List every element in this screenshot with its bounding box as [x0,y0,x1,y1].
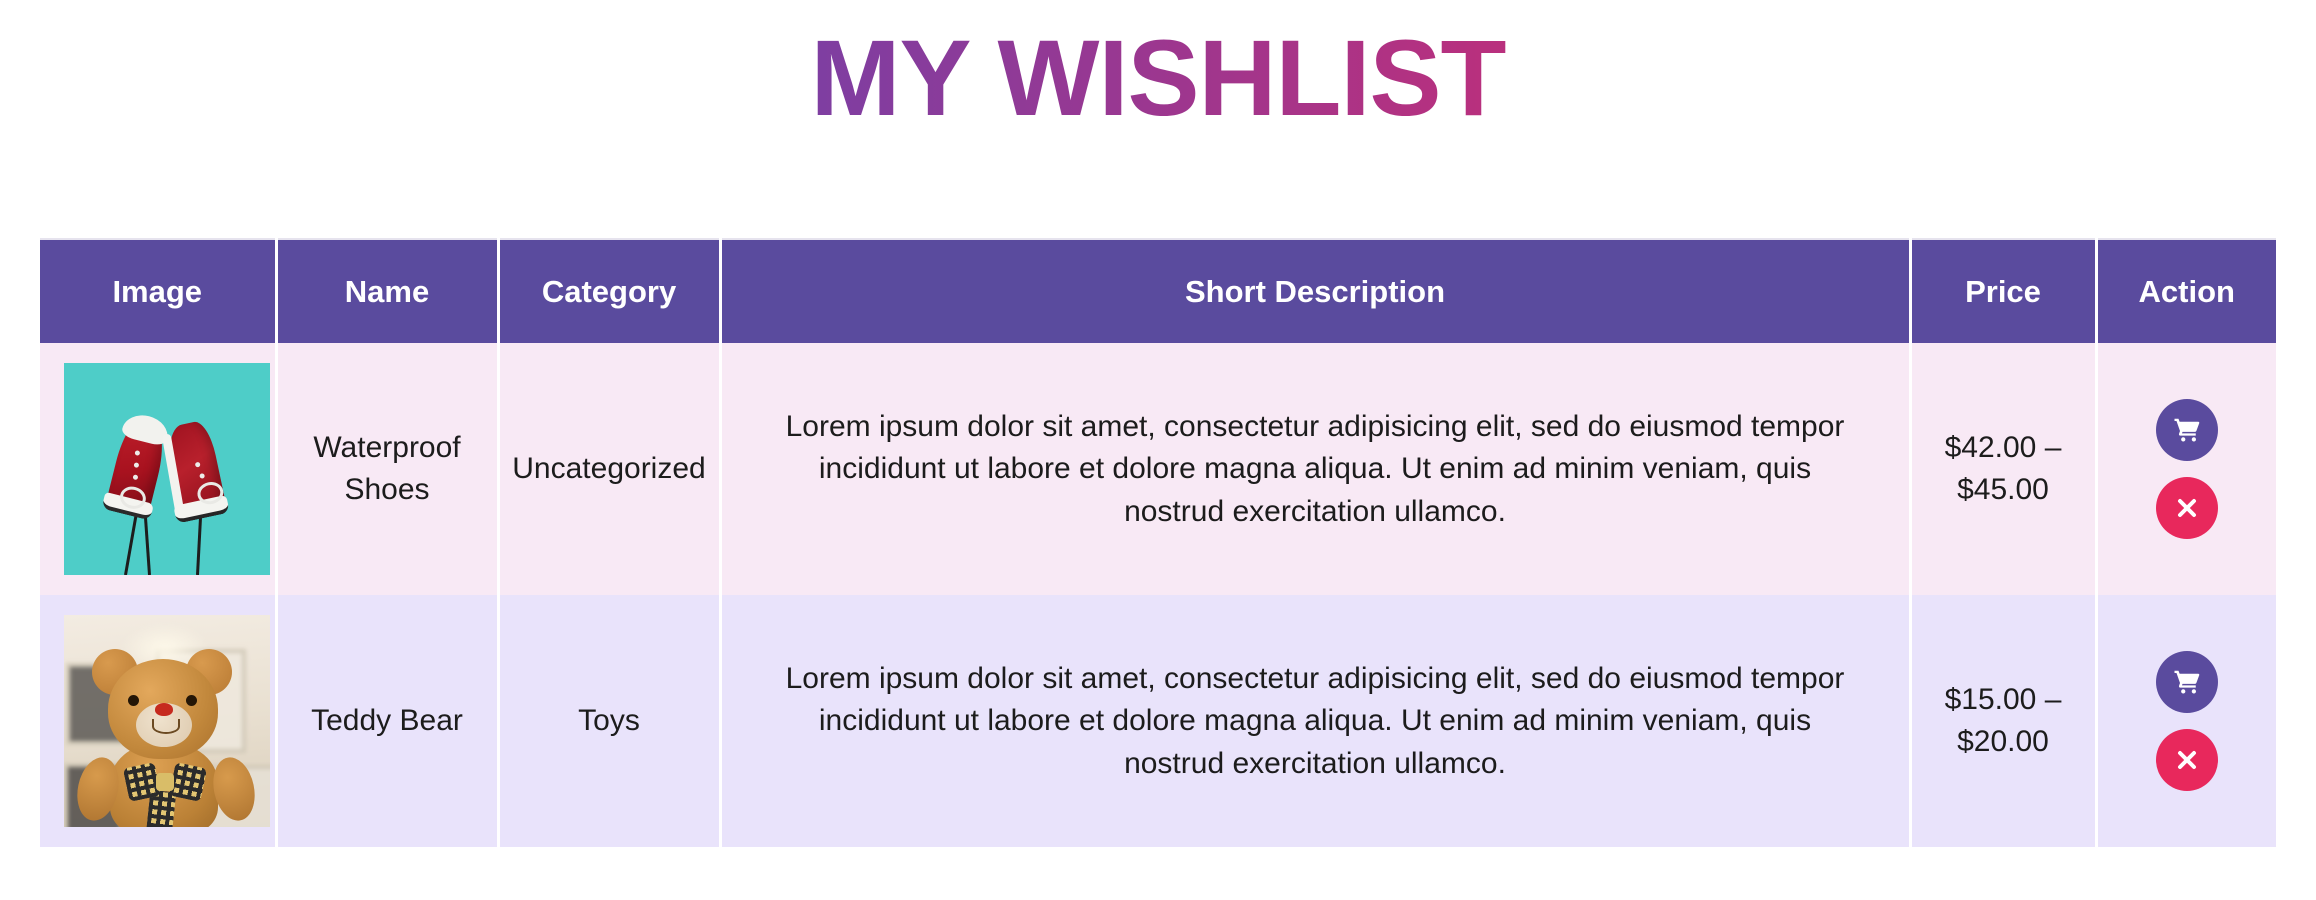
column-header-action: Action [2096,239,2276,344]
product-image-cell [40,343,278,596]
remove-from-wishlist-button[interactable] [2155,729,2218,792]
shopping-cart-icon [2172,667,2202,697]
action-button-group [2102,399,2273,540]
table-row: Teddy Bear Toys Lorem ipsum dolor sit am… [40,595,2276,848]
column-header-image: Image [40,239,278,344]
column-header-description: Short Description [720,239,1912,344]
remove-from-wishlist-button[interactable] [2155,477,2218,540]
table-row: Waterproof Shoes Uncategorized Lorem ips… [40,343,2276,596]
product-category: Uncategorized [498,343,722,596]
column-header-price: Price [1910,239,2098,344]
wishlist-table: Image Name Category Short Description Pr… [40,238,2276,848]
product-description: Lorem ipsum dolor sit amet, consectetur … [720,343,1912,596]
page-title: MY WISHLIST [0,0,2316,141]
table-header-row: Image Name Category Short Description Pr… [40,239,2276,344]
shopping-cart-icon [2172,415,2202,445]
product-thumbnail-teddy-bear [64,615,270,828]
product-image-cell [40,595,278,848]
product-description: Lorem ipsum dolor sit amet, consectetur … [720,595,1912,848]
add-to-cart-button[interactable] [2155,651,2218,714]
product-action-cell [2096,343,2276,596]
table-body: Waterproof Shoes Uncategorized Lorem ips… [40,343,2276,848]
action-button-group [2102,651,2273,792]
column-header-name: Name [276,239,500,344]
product-price: $15.00 – $20.00 [1910,595,2098,848]
close-x-icon [2173,746,2201,774]
product-name: Teddy Bear [276,595,500,848]
add-to-cart-button[interactable] [2155,399,2218,462]
close-x-icon [2173,494,2201,522]
column-header-category: Category [498,239,722,344]
product-category: Toys [498,595,722,848]
product-action-cell [2096,595,2276,848]
product-price: $42.00 – $45.00 [1910,343,2098,596]
product-name: Waterproof Shoes [276,343,500,596]
wishlist-table-container: Image Name Category Short Description Pr… [40,141,2276,848]
table-header: Image Name Category Short Description Pr… [40,239,2276,344]
product-thumbnail-shoes [64,363,270,576]
